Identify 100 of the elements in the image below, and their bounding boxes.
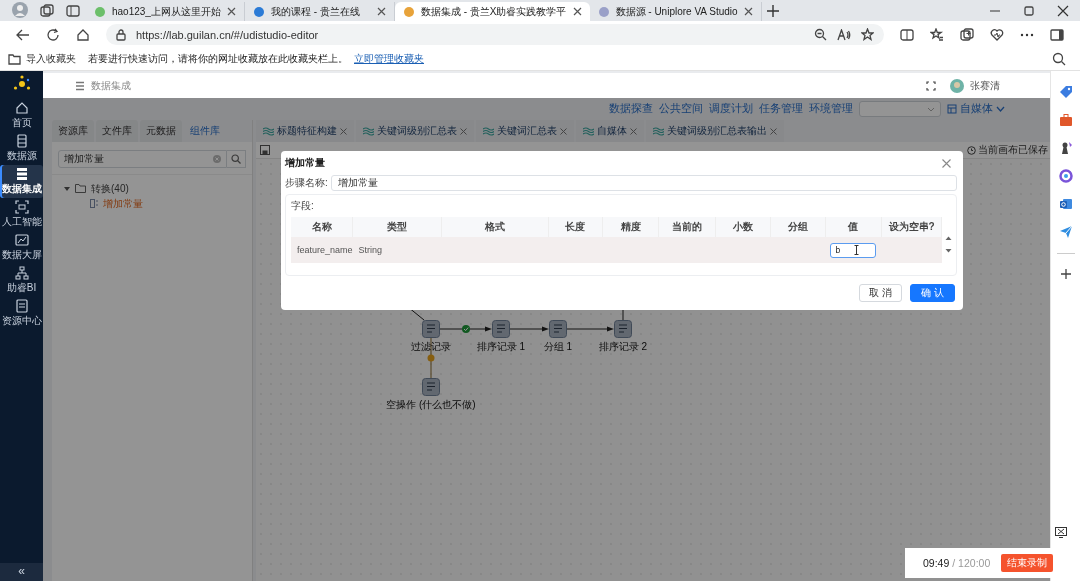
document-icon bbox=[14, 299, 29, 313]
heart-icon[interactable] bbox=[990, 27, 1004, 42]
search-field[interactable]: 增加常量 bbox=[58, 150, 227, 168]
column-header: 当前的 bbox=[658, 217, 716, 237]
split-screen-icon[interactable] bbox=[900, 27, 914, 42]
address-field[interactable]: https://lab.guilan.cn/#/udistudio-editor bbox=[106, 24, 884, 45]
folder-icon bbox=[8, 53, 21, 65]
nav-link[interactable]: 公共空间 bbox=[659, 102, 703, 116]
home-icon[interactable] bbox=[76, 27, 90, 42]
nav-link[interactable]: 环境管理 bbox=[809, 102, 853, 116]
page-icon bbox=[94, 5, 106, 18]
fullscreen-icon[interactable] bbox=[926, 80, 936, 91]
caret-down-icon[interactable] bbox=[64, 185, 70, 192]
node-label: 过滤记录 bbox=[411, 340, 451, 354]
node-label: 空操作 (什么也不做) bbox=[386, 398, 476, 412]
tab-actions-icon[interactable] bbox=[66, 4, 80, 18]
read-aloud-icon[interactable] bbox=[837, 28, 851, 41]
save-icon[interactable] bbox=[260, 145, 270, 155]
zoom-out-icon[interactable] bbox=[814, 28, 827, 41]
maximize-icon[interactable] bbox=[1023, 5, 1035, 17]
dialog-title: 增加常量 bbox=[285, 156, 325, 170]
home-icon bbox=[14, 101, 29, 115]
favorites-icon[interactable] bbox=[930, 27, 944, 42]
screen-icon[interactable] bbox=[1055, 527, 1067, 538]
sidebar-item[interactable]: 人工智能 bbox=[0, 198, 43, 231]
close-icon[interactable] bbox=[743, 7, 753, 16]
layers-icon bbox=[583, 126, 594, 136]
hierarchy-icon bbox=[14, 266, 29, 280]
toolbox-icon[interactable] bbox=[1058, 113, 1073, 127]
connector-line bbox=[430, 337, 432, 379]
menu-icon[interactable] bbox=[75, 80, 85, 91]
node-icon[interactable] bbox=[614, 320, 632, 338]
nav-link[interactable]: 调度计划 bbox=[709, 102, 753, 116]
collapse-button[interactable]: « bbox=[0, 563, 43, 581]
chart-icon bbox=[14, 233, 29, 247]
sidebar-item[interactable]: 数据集成 bbox=[0, 165, 43, 198]
value-field[interactable]: b bbox=[830, 242, 877, 258]
success-badge-icon bbox=[462, 325, 470, 333]
node-icon[interactable] bbox=[422, 320, 440, 338]
connector-arrow bbox=[439, 326, 492, 332]
field-label: 步骤名称: bbox=[285, 176, 328, 190]
sidebar-item[interactable]: 数据大屏 bbox=[0, 231, 43, 264]
workspace-menu[interactable]: 自媒体 bbox=[947, 102, 1005, 116]
sidebar-toggle-icon[interactable] bbox=[1050, 27, 1064, 42]
page-icon bbox=[402, 5, 415, 18]
column-header: 小数 bbox=[715, 217, 771, 237]
refresh-icon[interactable] bbox=[46, 27, 60, 42]
scroll-arrows-icon[interactable] bbox=[945, 235, 952, 253]
logo-icon bbox=[12, 75, 31, 93]
column-header: 名称 bbox=[291, 217, 353, 237]
manage-favorites-link[interactable]: 立即管理收藏夹 bbox=[354, 52, 424, 66]
cancel-button[interactable]: 取 消 bbox=[859, 284, 903, 302]
save-status: 当前画布已保存 bbox=[978, 143, 1048, 157]
search-icon[interactable] bbox=[1052, 52, 1066, 66]
nav-link[interactable]: 数据探查 bbox=[609, 102, 653, 116]
tree-item[interactable]: 转换(40) bbox=[91, 181, 129, 196]
total-time: / 120:00 bbox=[952, 557, 991, 569]
new-tab-icon[interactable] bbox=[765, 4, 780, 18]
elapsed-time: 09:49 bbox=[923, 557, 950, 569]
column-header: 类型 bbox=[352, 217, 442, 237]
panel-tab[interactable]: 资源库 bbox=[52, 120, 94, 142]
confirm-button[interactable]: 确 认 bbox=[910, 284, 955, 302]
import-favorites-button[interactable]: 导入收藏夹 bbox=[8, 52, 76, 66]
node-icon[interactable] bbox=[422, 378, 440, 396]
folder-icon bbox=[75, 184, 86, 193]
close-icon[interactable] bbox=[376, 7, 386, 16]
close-icon[interactable] bbox=[572, 7, 582, 16]
step-icon bbox=[90, 199, 98, 208]
node-icon[interactable] bbox=[492, 320, 510, 338]
nav-link[interactable]: 任务管理 bbox=[759, 102, 803, 116]
stop-recording-button[interactable]: 结束录制 bbox=[1001, 554, 1054, 572]
panel-tab[interactable]: 元数据 bbox=[140, 120, 182, 142]
clock-icon bbox=[967, 145, 976, 155]
back-icon[interactable] bbox=[16, 27, 30, 42]
sidebar-item[interactable]: 数据源 bbox=[0, 132, 43, 165]
sidebar-item[interactable]: 资源中心 bbox=[0, 297, 43, 330]
user-name: 张赛清 bbox=[970, 78, 1000, 93]
close-icon[interactable] bbox=[1057, 5, 1069, 17]
page-icon bbox=[252, 5, 265, 18]
mail-icon[interactable] bbox=[1058, 197, 1073, 211]
tag-icon[interactable] bbox=[1058, 85, 1073, 99]
connector-arrow bbox=[509, 326, 549, 332]
panel-tab[interactable]: 文件库 bbox=[96, 120, 138, 142]
search-button[interactable] bbox=[227, 150, 246, 168]
collections-icon[interactable] bbox=[960, 27, 974, 42]
scan-icon bbox=[14, 200, 29, 214]
sidebar-item[interactable]: 助睿BI bbox=[0, 264, 43, 297]
close-icon[interactable] bbox=[226, 7, 236, 16]
step-name-field[interactable]: 增加常量 bbox=[330, 175, 957, 191]
caret-icon bbox=[996, 106, 1005, 112]
paper-plane-icon[interactable] bbox=[1058, 225, 1073, 239]
workspaces-icon[interactable] bbox=[40, 4, 54, 18]
connector-arrow bbox=[566, 326, 614, 332]
swirl-icon[interactable] bbox=[1058, 169, 1073, 183]
sidebar-item[interactable]: 首页 bbox=[0, 99, 43, 132]
plus-icon[interactable] bbox=[1059, 268, 1072, 280]
node-icon[interactable] bbox=[549, 320, 567, 338]
column-header: 格式 bbox=[441, 217, 549, 237]
star-icon[interactable] bbox=[861, 28, 874, 41]
browser-tab[interactable]: 数据集成 - 贵兰X助睿实践教学平 bbox=[394, 2, 590, 21]
